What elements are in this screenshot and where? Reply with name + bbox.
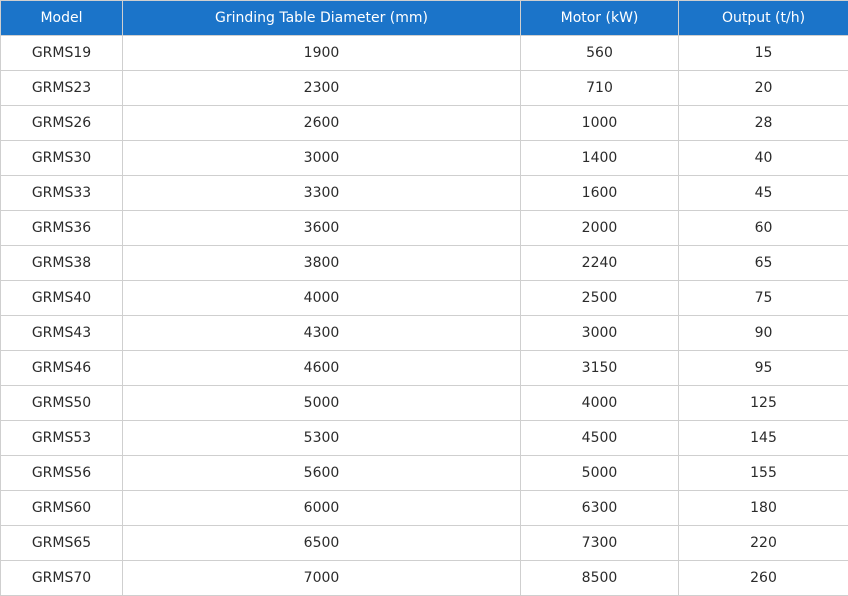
diameter-cell: 5000: [122, 385, 521, 421]
table-row: GRMS53 5300 4500 145: [0, 420, 848, 456]
motor-cell: 8500: [520, 560, 679, 596]
model-cell: GRMS56: [0, 455, 123, 491]
table-row: GRMS38 3800 2240 65: [0, 245, 848, 281]
motor-cell: 1000: [520, 105, 679, 141]
output-cell: 220: [678, 525, 848, 561]
output-cell: 15: [678, 35, 848, 71]
model-cell: GRMS70: [0, 560, 123, 596]
motor-cell: 710: [520, 70, 679, 106]
output-cell: 95: [678, 350, 848, 386]
diameter-cell: 3600: [122, 210, 521, 246]
table-row: GRMS50 5000 4000 125: [0, 385, 848, 421]
table-row: GRMS19 1900 560 15: [0, 35, 848, 71]
motor-cell: 2500: [520, 280, 679, 316]
table-row: GRMS60 6000 6300 180: [0, 490, 848, 526]
column-header-output: Output (t/h): [678, 0, 848, 36]
output-cell: 145: [678, 420, 848, 456]
table-row: GRMS43 4300 3000 90: [0, 315, 848, 351]
motor-cell: 2240: [520, 245, 679, 281]
output-cell: 20: [678, 70, 848, 106]
motor-cell: 4500: [520, 420, 679, 456]
model-cell: GRMS46: [0, 350, 123, 386]
diameter-cell: 1900: [122, 35, 521, 71]
table-row: GRMS26 2600 1000 28: [0, 105, 848, 141]
motor-cell: 2000: [520, 210, 679, 246]
model-cell: GRMS43: [0, 315, 123, 351]
table-row: GRMS40 4000 2500 75: [0, 280, 848, 316]
table-row: GRMS56 5600 5000 155: [0, 455, 848, 491]
model-cell: GRMS50: [0, 385, 123, 421]
table-header: Model Grinding Table Diameter (mm) Motor…: [0, 0, 848, 36]
output-cell: 40: [678, 140, 848, 176]
output-cell: 45: [678, 175, 848, 211]
model-cell: GRMS60: [0, 490, 123, 526]
diameter-cell: 5300: [122, 420, 521, 456]
diameter-cell: 2300: [122, 70, 521, 106]
table-row: GRMS70 7000 8500 260: [0, 560, 848, 596]
output-cell: 60: [678, 210, 848, 246]
column-header-motor: Motor (kW): [520, 0, 679, 36]
model-cell: GRMS30: [0, 140, 123, 176]
model-cell: GRMS23: [0, 70, 123, 106]
diameter-cell: 4300: [122, 315, 521, 351]
model-cell: GRMS26: [0, 105, 123, 141]
output-cell: 155: [678, 455, 848, 491]
output-cell: 260: [678, 560, 848, 596]
table-body: GRMS19 1900 560 15 GRMS23 2300 710 20 GRMS26 2600…: [0, 35, 848, 596]
model-cell: GRMS33: [0, 175, 123, 211]
diameter-cell: 3300: [122, 175, 521, 211]
model-cell: GRMS40: [0, 280, 123, 316]
motor-cell: 4000: [520, 385, 679, 421]
diameter-cell: 3000: [122, 140, 521, 176]
table-row: GRMS36 3600 2000 60: [0, 210, 848, 246]
motor-cell: 3150: [520, 350, 679, 386]
table-row: GRMS30 3000 1400 40: [0, 140, 848, 176]
column-header-model: Model: [0, 0, 123, 36]
diameter-cell: 4000: [122, 280, 521, 316]
output-cell: 28: [678, 105, 848, 141]
motor-cell: 3000: [520, 315, 679, 351]
output-cell: 65: [678, 245, 848, 281]
output-cell: 90: [678, 315, 848, 351]
table-row: GRMS65 6500 7300 220: [0, 525, 848, 561]
header-row: Model Grinding Table Diameter (mm) Motor…: [0, 0, 848, 36]
diameter-cell: 6500: [122, 525, 521, 561]
table-row: GRMS33 3300 1600 45: [0, 175, 848, 211]
spec-table: Model Grinding Table Diameter (mm) Motor…: [0, 0, 848, 596]
diameter-cell: 7000: [122, 560, 521, 596]
model-cell: GRMS53: [0, 420, 123, 456]
diameter-cell: 4600: [122, 350, 521, 386]
diameter-cell: 6000: [122, 490, 521, 526]
output-cell: 180: [678, 490, 848, 526]
motor-cell: 1600: [520, 175, 679, 211]
model-cell: GRMS38: [0, 245, 123, 281]
motor-cell: 1400: [520, 140, 679, 176]
model-cell: GRMS36: [0, 210, 123, 246]
diameter-cell: 2600: [122, 105, 521, 141]
output-cell: 125: [678, 385, 848, 421]
motor-cell: 560: [520, 35, 679, 71]
column-header-grinding-table-diameter: Grinding Table Diameter (mm): [122, 0, 521, 36]
model-cell: GRMS19: [0, 35, 123, 71]
diameter-cell: 3800: [122, 245, 521, 281]
motor-cell: 7300: [520, 525, 679, 561]
table-row: GRMS46 4600 3150 95: [0, 350, 848, 386]
output-cell: 75: [678, 280, 848, 316]
diameter-cell: 5600: [122, 455, 521, 491]
table-row: GRMS23 2300 710 20: [0, 70, 848, 106]
motor-cell: 6300: [520, 490, 679, 526]
model-cell: GRMS65: [0, 525, 123, 561]
motor-cell: 5000: [520, 455, 679, 491]
